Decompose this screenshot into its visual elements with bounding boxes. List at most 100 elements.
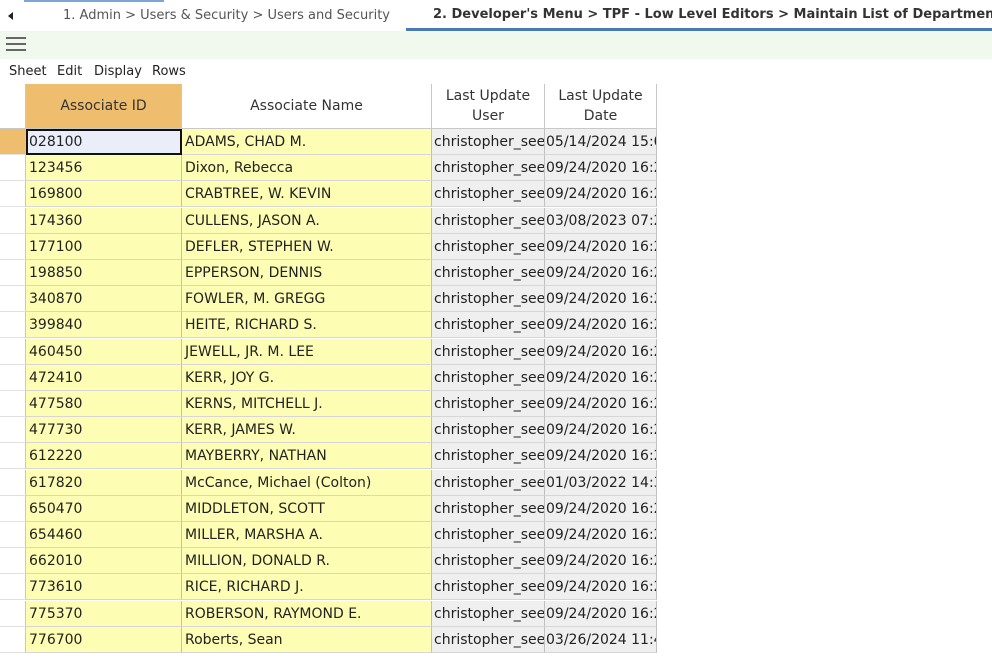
row-header[interactable] [0,155,26,181]
row-header[interactable] [0,234,26,260]
menu-edit[interactable]: Edit [57,64,82,79]
associate-name-cell[interactable]: CRABTREE, W. KEVIN [182,181,432,207]
associate-id-cell[interactable]: 460450 [26,339,182,365]
last-update-date-cell[interactable]: 05/14/2024 15:0 [545,129,657,155]
associate-name-cell[interactable]: KERR, JOY G. [182,365,432,391]
column-header-last-update-user[interactable]: Last Update User [432,84,545,129]
row-header[interactable] [0,208,26,234]
last-update-date-cell[interactable]: 09/24/2020 16:2 [545,181,657,207]
associate-id-cell[interactable]: 650470 [26,496,182,522]
associate-id-cell[interactable]: 177100 [26,234,182,260]
menu-display[interactable]: Display [94,64,142,79]
associate-name-cell[interactable]: McCance, Michael (Colton) [182,470,432,496]
associate-name-cell[interactable]: EPPERSON, DENNIS [182,260,432,286]
associate-id-cell[interactable]: 654460 [26,522,182,548]
row-header[interactable] [0,601,26,627]
column-header-associate-id[interactable]: Associate ID [26,84,182,129]
row-header[interactable] [0,443,26,469]
last-update-date-cell[interactable]: 09/24/2020 16:2 [545,234,657,260]
row-header[interactable] [0,627,26,653]
last-update-user-cell[interactable]: christopher_see [432,627,545,653]
last-update-user-cell[interactable]: christopher_see [432,417,545,443]
row-header[interactable] [0,339,26,365]
associate-name-cell[interactable]: MIDDLETON, SCOTT [182,496,432,522]
last-update-user-cell[interactable]: christopher_see [432,365,545,391]
last-update-user-cell[interactable]: christopher_see [432,155,545,181]
last-update-date-cell[interactable]: 09/24/2020 16:2 [545,417,657,443]
associate-name-cell[interactable]: JEWELL, JR. M. LEE [182,339,432,365]
last-update-date-cell[interactable]: 09/24/2020 16:2 [545,286,657,312]
associate-name-cell[interactable]: KERR, JAMES W. [182,417,432,443]
associate-name-cell[interactable]: ROBERSON, RAYMOND E. [182,601,432,627]
associate-name-cell[interactable]: ADAMS, CHAD M. [182,129,432,155]
row-header[interactable] [0,574,26,600]
column-header-last-update-date[interactable]: Last Update Date [545,84,657,129]
associate-name-cell[interactable]: MILLER, MARSHA A. [182,522,432,548]
row-header[interactable] [0,496,26,522]
column-header-associate-name[interactable]: Associate Name [182,84,432,129]
associate-id-cell[interactable]: 773610 [26,574,182,600]
associate-id-cell[interactable]: 477580 [26,391,182,417]
row-header[interactable] [0,129,26,155]
tab-maintain-department-managers[interactable]: 2. Developer's Menu > TPF - Low Level Ed… [406,0,992,31]
last-update-date-cell[interactable]: 09/24/2020 16:2 [545,574,657,600]
last-update-date-cell[interactable]: 09/24/2020 16:2 [545,155,657,181]
last-update-user-cell[interactable]: christopher_see [432,391,545,417]
last-update-user-cell[interactable]: christopher_see [432,234,545,260]
last-update-date-cell[interactable]: 09/24/2020 16:2 [545,601,657,627]
associate-id-cell[interactable]: 612220 [26,443,182,469]
row-header[interactable] [0,417,26,443]
last-update-date-cell[interactable]: 09/24/2020 16:2 [545,391,657,417]
last-update-user-cell[interactable]: christopher_see [432,181,545,207]
associate-id-cell[interactable]: 028100 [26,129,182,155]
last-update-date-cell[interactable]: 09/24/2020 16:2 [545,339,657,365]
row-header[interactable] [0,286,26,312]
last-update-date-cell[interactable]: 01/03/2022 14:3 [545,470,657,496]
associate-name-cell[interactable]: DEFLER, STEPHEN W. [182,234,432,260]
associate-id-cell[interactable]: 123456 [26,155,182,181]
associate-name-cell[interactable]: Dixon, Rebecca [182,155,432,181]
last-update-user-cell[interactable]: christopher_see [432,208,545,234]
associate-id-cell[interactable]: 477730 [26,417,182,443]
row-header[interactable] [0,522,26,548]
menu-sheet[interactable]: Sheet [9,64,47,79]
row-header[interactable] [0,548,26,574]
associate-id-cell[interactable]: 198850 [26,260,182,286]
associate-name-cell[interactable]: HEITE, RICHARD S. [182,312,432,338]
last-update-date-cell[interactable]: 03/26/2024 11:4 [545,627,657,653]
back-arrow-icon[interactable] [4,9,18,23]
last-update-user-cell[interactable]: christopher_see [432,522,545,548]
last-update-date-cell[interactable]: 09/24/2020 16:2 [545,365,657,391]
last-update-date-cell[interactable]: 09/24/2020 16:2 [545,548,657,574]
associate-id-cell[interactable]: 776700 [26,627,182,653]
last-update-date-cell[interactable]: 09/24/2020 16:2 [545,522,657,548]
row-header[interactable] [0,181,26,207]
row-header[interactable] [0,470,26,496]
row-header[interactable] [0,312,26,338]
last-update-date-cell[interactable]: 09/24/2020 16:2 [545,260,657,286]
associate-id-cell[interactable]: 174360 [26,208,182,234]
last-update-user-cell[interactable]: christopher_see [432,470,545,496]
menu-rows[interactable]: Rows [152,64,186,79]
last-update-user-cell[interactable]: christopher_see [432,260,545,286]
last-update-date-cell[interactable]: 03/08/2023 07:2 [545,208,657,234]
associate-id-cell[interactable]: 399840 [26,312,182,338]
associate-name-cell[interactable]: KERNS, MITCHELL J. [182,391,432,417]
associate-id-cell[interactable]: 340870 [26,286,182,312]
last-update-user-cell[interactable]: christopher_see [432,339,545,365]
associate-name-cell[interactable]: RICE, RICHARD J. [182,574,432,600]
last-update-date-cell[interactable]: 09/24/2020 16:2 [545,312,657,338]
associate-name-cell[interactable]: Roberts, Sean [182,627,432,653]
associate-name-cell[interactable]: MAYBERRY, NATHAN [182,443,432,469]
tab-users-and-security[interactable]: 1. Admin > Users & Security > Users and … [24,0,406,31]
associate-name-cell[interactable]: MILLION, DONALD R. [182,548,432,574]
associate-id-cell[interactable]: 472410 [26,365,182,391]
last-update-user-cell[interactable]: christopher_see [432,548,545,574]
associate-id-cell[interactable]: 662010 [26,548,182,574]
grid-corner[interactable] [0,84,26,129]
last-update-user-cell[interactable]: christopher_see [432,443,545,469]
associate-id-cell[interactable]: 775370 [26,601,182,627]
associate-name-cell[interactable]: FOWLER, M. GREGG [182,286,432,312]
row-header[interactable] [0,365,26,391]
last-update-user-cell[interactable]: christopher_see [432,496,545,522]
